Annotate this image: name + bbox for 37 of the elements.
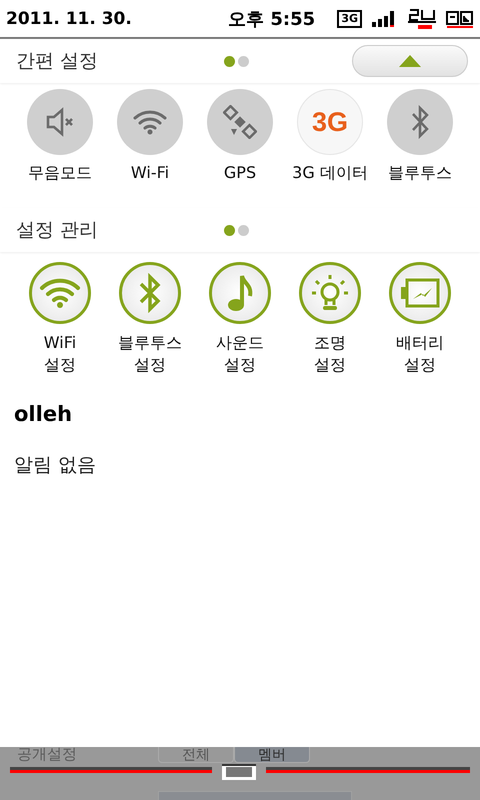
- bluetooth-icon: [138, 273, 162, 313]
- settings-label: 조명 설정: [314, 332, 346, 376]
- drag-handle-icon[interactable]: [10, 764, 470, 780]
- settings-label: 배터리 설정: [396, 332, 444, 376]
- notification-message: 알림 없음: [13, 453, 98, 478]
- carrier-name: olleh: [13, 401, 74, 426]
- toggle-label: 무음모드: [28, 163, 92, 184]
- light-bulb-icon: [310, 273, 350, 313]
- music-note-icon: [227, 273, 253, 313]
- page-dot[interactable]: [224, 224, 235, 236]
- toggle-button[interactable]: 3G: [297, 89, 363, 155]
- network-type-icon: 3G: [337, 10, 362, 28]
- page-title: 공개설정: [17, 747, 77, 763]
- section-title: 간편 설정: [16, 49, 100, 74]
- section-title: 설정 관리: [16, 218, 100, 243]
- toggle-label: Wi-Fi: [130, 163, 170, 182]
- mute-icon: [46, 107, 74, 137]
- settings-label: WiFi 설정: [44, 332, 76, 376]
- toggle-label: GPS: [224, 163, 256, 182]
- tab[interactable]: 멤버: [234, 747, 310, 763]
- page-dot[interactable]: [224, 56, 235, 66]
- satellite-icon: [223, 105, 257, 139]
- toggle-label: 블루투스: [388, 163, 452, 184]
- clock-text: 오후 5:55: [227, 8, 316, 30]
- settings-label: 사운드 설정: [216, 332, 264, 376]
- settings-label: 블루투스 설정: [118, 332, 182, 376]
- up-arrow-icon: [399, 55, 421, 67]
- toggle-label: 3G 데이터: [292, 163, 368, 184]
- bluetooth-icon: [410, 105, 430, 139]
- page-dot[interactable]: [238, 56, 249, 66]
- battery-icon: [400, 277, 440, 309]
- network-label: 3G: [312, 106, 348, 138]
- wifi-icon: [39, 277, 81, 309]
- date-text: 2011. 11. 30.: [6, 8, 133, 28]
- wifi-icon: [133, 109, 167, 135]
- page-dot[interactable]: [238, 224, 249, 236]
- collapse-button[interactable]: [352, 45, 468, 77]
